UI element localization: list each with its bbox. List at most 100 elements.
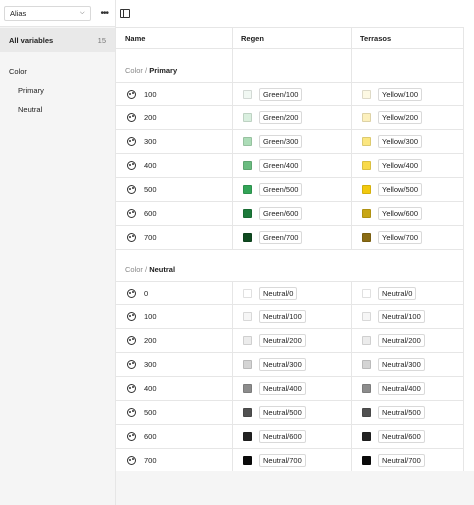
terrasos-value-cell[interactable]: Yellow/100 [351,87,464,101]
table-row[interactable]: 100 Green/100 Yellow/100 [116,82,464,106]
variable-name-cell[interactable]: 300 [116,137,232,146]
color-swatch [362,360,371,369]
variable-name-cell[interactable]: 400 [116,384,232,393]
variable-name: 0 [144,288,149,298]
terrasos-value-cell[interactable]: Neutral/400 [351,382,464,395]
color-swatch [243,288,252,298]
variable-name: 600 [144,209,157,218]
table-row[interactable]: 200 Neutral/200 Neutral/200 [116,329,464,353]
sidebar-group-color[interactable]: Color [0,62,115,81]
table-row[interactable]: 400 Green/400 Yellow/400 [116,154,464,178]
table-row[interactable]: 700 Neutral/700 Neutral/700 [116,449,464,473]
color-swatch [243,432,252,441]
table-row[interactable]: 300 Green/300 Yellow/300 [116,130,464,154]
alias-pill: Neutral/400 [259,382,306,395]
terrasos-value-cell[interactable]: Neutral/700 [351,454,464,467]
regen-value-cell[interactable]: Green/700 [232,231,351,244]
terrasos-value-cell[interactable]: Neutral/300 [351,358,464,371]
column-header-name: Name [125,33,146,43]
column-header-regen[interactable]: Regen [232,34,351,43]
alias-pill: Neutral/100 [259,310,306,323]
section-path: Color / [125,265,150,274]
table-row[interactable]: 400 Neutral/400 Neutral/400 [116,377,464,401]
table-footer-area [116,471,474,505]
color-swatch [243,137,252,146]
palette-icon [127,432,136,441]
sidebar-item-all-variables[interactable]: All variables 15 [0,28,115,52]
variable-name-cell[interactable]: 600 [116,432,232,441]
terrasos-value-cell[interactable]: Yellow/700 [351,231,464,244]
variable-name-cell[interactable]: 700 [116,456,232,465]
variable-name: 600 [144,432,157,441]
column-header-terrasos[interactable]: Terrasos [351,34,464,43]
color-swatch [243,336,252,345]
terrasos-value-cell[interactable]: Neutral/0 [351,286,464,300]
variable-name: 500 [144,408,157,417]
terrasos-value-cell[interactable]: Neutral/600 [351,430,464,443]
more-options-button[interactable]: ••• [98,6,111,20]
section-path: Color / [125,66,150,75]
table-row[interactable]: 0 Neutral/0 Neutral/0 [116,281,464,305]
regen-value-cell[interactable]: Neutral/600 [232,430,351,443]
regen-value-cell[interactable]: Green/100 [232,87,351,101]
color-swatch [243,113,252,122]
palette-icon [127,360,136,369]
table-row[interactable]: 600 Neutral/600 Neutral/600 [116,425,464,449]
variable-name-cell[interactable]: 100 [116,89,232,99]
collection-select[interactable]: Alias ⌵ [4,5,91,21]
regen-value-cell[interactable]: Green/300 [232,135,351,148]
alias-pill: Yellow/200 [378,111,423,124]
terrasos-value-cell[interactable]: Yellow/400 [351,159,464,172]
sidebar-item-neutral[interactable]: Neutral [0,100,115,119]
table-row[interactable]: 500 Neutral/500 Neutral/500 [116,401,464,425]
regen-value-cell[interactable]: Neutral/500 [232,406,351,419]
table-row[interactable]: 100 Neutral/100 Neutral/100 [116,305,464,329]
variable-name-cell[interactable]: 600 [116,209,232,218]
color-swatch [362,233,371,242]
regen-value-cell[interactable]: Neutral/700 [232,454,351,467]
regen-value-cell[interactable]: Green/400 [232,159,351,172]
regen-value-cell[interactable]: Neutral/400 [232,382,351,395]
regen-value-cell[interactable]: Neutral/100 [232,310,351,323]
section-header-primary: Color / Primary [125,66,177,75]
variable-name-cell[interactable]: 500 [116,185,232,194]
regen-value-cell[interactable]: Green/600 [232,207,351,220]
variable-name-cell[interactable]: 0 [116,288,232,298]
sidebar-item-primary[interactable]: Primary [0,81,115,100]
table-row[interactable]: 200 Green/200 Yellow/200 [116,106,464,130]
regen-value-cell[interactable]: Neutral/200 [232,334,351,347]
table-row[interactable]: 500 Green/500 Yellow/500 [116,178,464,202]
variable-name-cell[interactable]: 400 [116,161,232,170]
variable-name-cell[interactable]: 300 [116,360,232,369]
terrasos-value-cell[interactable]: Yellow/600 [351,207,464,220]
terrasos-value-cell[interactable]: Neutral/500 [351,406,464,419]
section-header-neutral: Color / Neutral [125,265,175,274]
table-row[interactable]: 300 Neutral/300 Neutral/300 [116,353,464,377]
variable-name-cell[interactable]: 200 [116,113,232,122]
variable-name-cell[interactable]: 200 [116,336,232,345]
regen-value-cell[interactable]: Neutral/300 [232,358,351,371]
variable-name-cell[interactable]: 700 [116,233,232,242]
terrasos-value-cell[interactable]: Yellow/200 [351,111,464,124]
terrasos-value-cell[interactable]: Neutral/200 [351,334,464,347]
color-swatch [362,185,371,194]
variable-name: 100 [144,312,157,321]
variable-name-cell[interactable]: 100 [116,312,232,321]
table-row[interactable]: 600 Green/600 Yellow/600 [116,202,464,226]
color-swatch [362,432,371,441]
regen-value-cell[interactable]: Green/500 [232,183,351,196]
sidebar-item-label: Neutral [18,105,43,114]
variable-name-cell[interactable]: 500 [116,408,232,417]
alias-pill: Green/600 [259,207,303,220]
terrasos-value-cell[interactable]: Yellow/500 [351,183,464,196]
alias-pill: Neutral/0 [378,286,417,300]
regen-value-cell[interactable]: Neutral/0 [232,286,351,300]
table-row[interactable]: 700 Green/700 Yellow/700 [116,226,464,250]
terrasos-value-cell[interactable]: Yellow/300 [351,135,464,148]
table-header: Name Regen Terrasos [116,27,464,49]
alias-pill: Neutral/500 [259,406,306,419]
color-swatch [362,456,371,465]
toggle-sidebar-button[interactable] [120,9,130,18]
terrasos-value-cell[interactable]: Neutral/100 [351,310,464,323]
regen-value-cell[interactable]: Green/200 [232,111,351,124]
